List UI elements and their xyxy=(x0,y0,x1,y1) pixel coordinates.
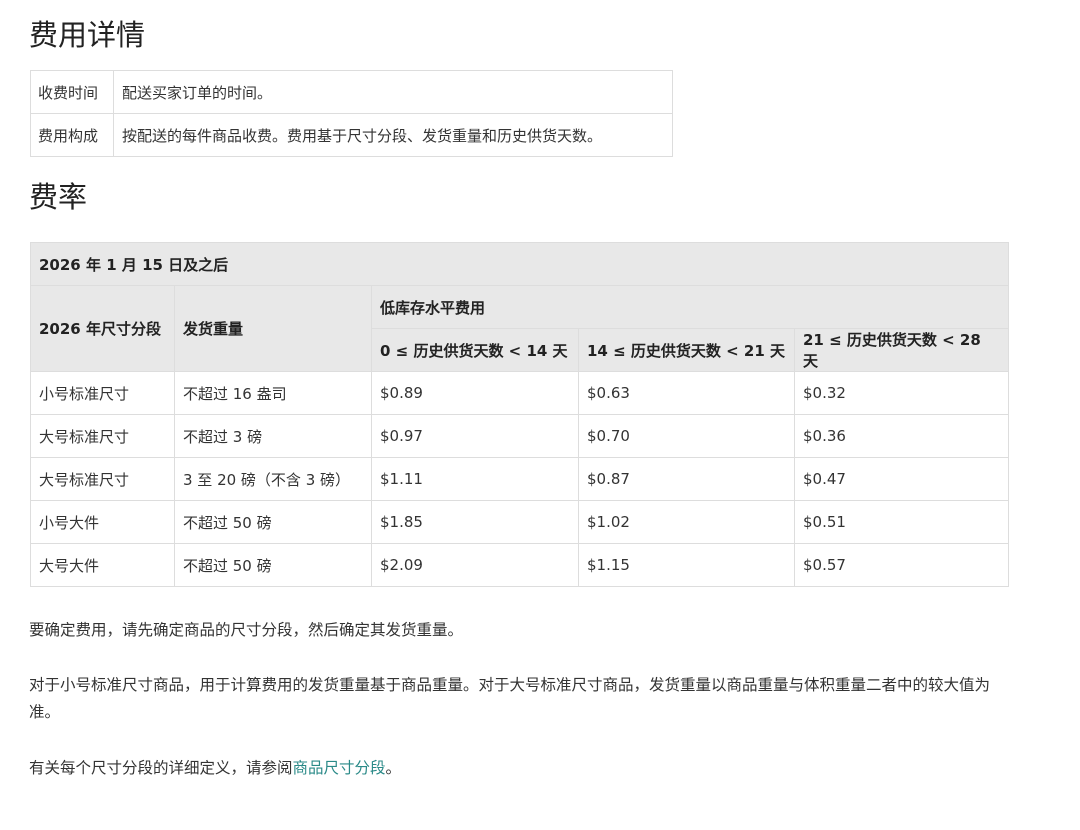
fee-details-table: 收费时间 配送买家订单的时间。 费用构成 按配送的每件商品收费。费用基于尺寸分段、发… xyxy=(30,70,673,157)
fee-cell: $2.09 xyxy=(371,543,579,587)
tier-cell: 大号大件 xyxy=(30,543,175,587)
note-1: 要确定费用，请先确定商品的尺寸分段，然后确定其发货重量。 xyxy=(29,621,464,639)
detail-value: 配送买家订单的时间。 xyxy=(113,70,673,114)
weight-cell: 3 至 20 磅（不含 3 磅） xyxy=(174,457,372,501)
table-row: 大号标准尺寸 3 至 20 磅（不含 3 磅） $1.11 $0.87 $0.47 xyxy=(30,457,1009,501)
detail-value: 按配送的每件商品收费。费用基于尺寸分段、发货重量和历史供货天数。 xyxy=(113,113,673,157)
table-row: 费用构成 按配送的每件商品收费。费用基于尺寸分段、发货重量和历史供货天数。 xyxy=(30,113,673,157)
weight-cell: 不超过 50 磅 xyxy=(174,543,372,587)
tier-cell: 大号标准尺寸 xyxy=(30,414,175,458)
fee-cell: $0.89 xyxy=(371,371,579,415)
fee-cell: $1.11 xyxy=(371,457,579,501)
fee-cell: $0.32 xyxy=(794,371,1009,415)
rates-table: 2026 年 1 月 15 日及之后 2026 年尺寸分段 发货重量 低库存水平费用… xyxy=(30,242,1009,587)
note-3: 有关每个尺寸分段的详细定义，请参阅商品尺寸分段。 xyxy=(29,755,1019,782)
fee-cell: $0.47 xyxy=(794,457,1009,501)
note-3-prefix: 有关每个尺寸分段的详细定义，请参阅 xyxy=(29,759,293,777)
header-range: 21 ≤ 历史供货天数 < 28 天 xyxy=(794,328,1009,372)
fee-cell: $0.63 xyxy=(578,371,795,415)
fee-cell: $0.57 xyxy=(794,543,1009,587)
fee-cell: $0.87 xyxy=(578,457,795,501)
detail-label: 费用构成 xyxy=(30,113,114,157)
fee-cell: $1.15 xyxy=(578,543,795,587)
rates-title: 费率 xyxy=(29,180,88,214)
fee-cell: $0.51 xyxy=(794,500,1009,544)
fee-cell: $1.85 xyxy=(371,500,579,544)
header-tier: 2026 年尺寸分段 xyxy=(30,285,175,372)
weight-cell: 不超过 50 磅 xyxy=(174,500,372,544)
header-range: 14 ≤ 历史供货天数 < 21 天 xyxy=(578,328,795,372)
tier-cell: 大号标准尺寸 xyxy=(30,457,175,501)
header-group: 低库存水平费用 xyxy=(371,285,1009,329)
fee-cell: $1.02 xyxy=(578,500,795,544)
header-range: 0 ≤ 历史供货天数 < 14 天 xyxy=(371,328,579,372)
tier-cell: 小号大件 xyxy=(30,500,175,544)
size-tier-link[interactable]: 商品尺寸分段 xyxy=(293,759,386,777)
table-row: 大号大件 不超过 50 磅 $2.09 $1.15 $0.57 xyxy=(30,543,1009,587)
fee-cell: $0.70 xyxy=(578,414,795,458)
fee-cell: $0.97 xyxy=(371,414,579,458)
weight-cell: 不超过 3 磅 xyxy=(174,414,372,458)
table-row: 小号大件 不超过 50 磅 $1.85 $1.02 $0.51 xyxy=(30,500,1009,544)
note-3-suffix: 。 xyxy=(385,759,402,777)
note-2: 对于小号标准尺寸商品，用于计算费用的发货重量基于商品重量。对于大号标准尺寸商品，… xyxy=(29,676,991,721)
page-title: 费用详情 xyxy=(29,18,146,52)
fee-cell: $0.36 xyxy=(794,414,1009,458)
table-caption: 2026 年 1 月 15 日及之后 xyxy=(30,242,1009,286)
header-weight: 发货重量 xyxy=(174,285,372,372)
table-row: 大号标准尺寸 不超过 3 磅 $0.97 $0.70 $0.36 xyxy=(30,414,1009,458)
detail-label: 收费时间 xyxy=(30,70,114,114)
tier-cell: 小号标准尺寸 xyxy=(30,371,175,415)
table-row: 收费时间 配送买家订单的时间。 xyxy=(30,70,673,114)
table-row: 小号标准尺寸 不超过 16 盎司 $0.89 $0.63 $0.32 xyxy=(30,371,1009,415)
weight-cell: 不超过 16 盎司 xyxy=(174,371,372,415)
